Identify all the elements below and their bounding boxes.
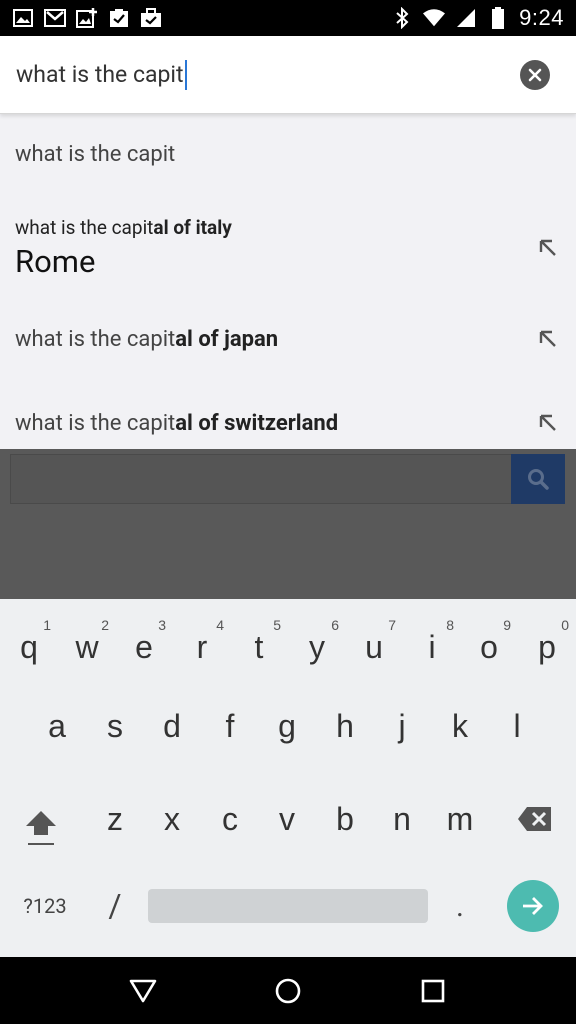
briefcase-check-icon xyxy=(140,7,162,29)
key-o[interactable]: 9o xyxy=(461,607,517,677)
key-n[interactable]: n xyxy=(374,784,430,854)
key-v[interactable]: v xyxy=(259,784,315,854)
suggestion-item[interactable]: what is the capital of japan xyxy=(0,319,576,359)
suggestion-item[interactable]: what is the capital of italy Rome xyxy=(0,212,576,284)
slash-key[interactable]: / xyxy=(95,881,135,931)
recents-square-icon xyxy=(422,979,445,1002)
bluetooth-icon xyxy=(391,7,413,29)
key-t[interactable]: 5t xyxy=(231,607,287,677)
suggestion-item[interactable]: what is the capit xyxy=(0,136,576,172)
keyboard: 1q 2w 3e 4r 5t 6y 7u 8i 9o 0p a s d f g … xyxy=(0,599,576,957)
key-c[interactable]: c xyxy=(202,784,258,854)
text-caret xyxy=(184,59,187,90)
key-b[interactable]: b xyxy=(317,784,373,854)
notification-icons xyxy=(12,7,162,29)
status-bar: 9:24 xyxy=(0,0,576,36)
home-circle-icon xyxy=(275,978,301,1003)
symbols-key[interactable]: ?123 xyxy=(10,884,80,928)
search-query: what is the capit xyxy=(16,61,184,88)
key-l[interactable]: l xyxy=(489,691,545,761)
search-input[interactable]: what is the capit xyxy=(16,59,520,90)
go-button[interactable] xyxy=(507,880,559,932)
back-triangle-icon xyxy=(129,979,156,1002)
suggestion-text: what is the capit xyxy=(15,141,176,167)
back-button[interactable] xyxy=(123,971,163,1011)
key-a[interactable]: a xyxy=(29,691,85,761)
key-j[interactable]: j xyxy=(374,691,430,761)
backspace-icon xyxy=(518,807,551,831)
clear-search-button[interactable] xyxy=(520,59,550,90)
page-search-button[interactable] xyxy=(511,454,565,504)
key-m[interactable]: m xyxy=(432,784,488,854)
wifi-icon xyxy=(423,7,446,29)
home-button[interactable] xyxy=(268,971,308,1011)
suggestion-text: what is the capital of switzerland xyxy=(15,410,339,436)
close-icon xyxy=(528,68,542,81)
key-q[interactable]: 1q xyxy=(1,607,57,677)
photos-add-icon xyxy=(76,7,98,29)
key-g[interactable]: g xyxy=(259,691,315,761)
battery-icon xyxy=(487,7,509,29)
key-f[interactable]: f xyxy=(202,691,258,761)
shift-indicator xyxy=(28,843,54,845)
suggestion-answer: Rome xyxy=(15,243,96,280)
fill-query-arrow-icon[interactable] xyxy=(534,409,562,437)
system-status: 9:24 xyxy=(391,5,564,31)
space-bar[interactable] xyxy=(148,889,428,923)
search-icon xyxy=(528,469,549,490)
fill-query-arrow-icon[interactable] xyxy=(534,234,562,262)
suggestions-list: what is the capit what is the capital of… xyxy=(0,114,576,449)
key-z[interactable]: z xyxy=(87,784,143,854)
fill-query-arrow-icon[interactable] xyxy=(534,325,562,353)
gallery-icon xyxy=(12,7,34,29)
shift-arrow-icon xyxy=(26,811,56,835)
task-check-icon xyxy=(108,7,130,29)
shift-key[interactable] xyxy=(20,799,62,855)
search-header: what is the capit xyxy=(0,36,576,114)
suggestion-text: what is the capital of italy xyxy=(15,216,232,239)
clock: 9:24 xyxy=(519,5,564,30)
suggestion-item[interactable]: what is the capital of switzerland xyxy=(0,403,576,443)
key-x[interactable]: x xyxy=(144,784,200,854)
key-r[interactable]: 4r xyxy=(174,607,230,677)
cell-signal-icon xyxy=(455,7,477,29)
key-s[interactable]: s xyxy=(87,691,143,761)
key-h[interactable]: h xyxy=(317,691,373,761)
key-w[interactable]: 2w xyxy=(59,607,115,677)
key-e[interactable]: 3e xyxy=(116,607,172,677)
suggestion-content: what is the capital of italy Rome xyxy=(15,216,232,280)
key-k[interactable]: k xyxy=(432,691,488,761)
key-u[interactable]: 7u xyxy=(346,607,402,677)
key-y[interactable]: 6y xyxy=(289,607,345,677)
suggestion-text: what is the capital of japan xyxy=(15,326,279,352)
key-p[interactable]: 0p xyxy=(519,607,575,677)
backspace-key[interactable] xyxy=(515,799,555,839)
key-i[interactable]: 8i xyxy=(404,607,460,677)
arrow-right-icon xyxy=(523,897,543,915)
key-d[interactable]: d xyxy=(144,691,200,761)
period-key[interactable]: . xyxy=(445,884,475,928)
recents-button[interactable] xyxy=(413,971,453,1011)
gmail-icon xyxy=(44,7,66,29)
page-search-box[interactable] xyxy=(10,454,512,504)
navigation-bar xyxy=(0,957,576,1024)
